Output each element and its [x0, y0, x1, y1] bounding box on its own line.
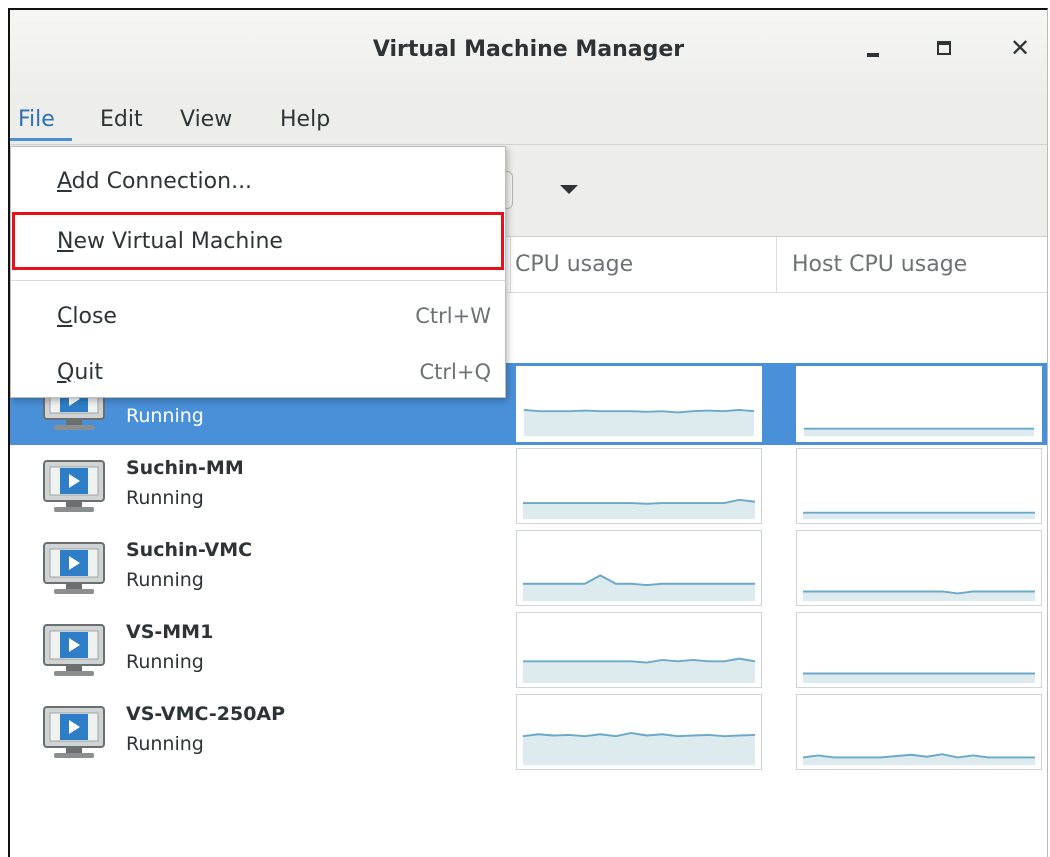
vm-monitor-icon	[42, 623, 106, 679]
guest-cpu-graph	[516, 366, 762, 442]
host-cpu-graph	[796, 448, 1042, 524]
minimize-button[interactable]	[853, 28, 893, 68]
close-icon: ✕	[1009, 34, 1031, 62]
menu-help[interactable]: Help	[280, 107, 330, 132]
vm-monitor-icon	[42, 705, 106, 761]
menu-separator	[11, 280, 505, 281]
minimize-icon	[867, 53, 879, 57]
column-header-cpu-usage[interactable]: CPU usage	[515, 252, 633, 277]
vm-monitor-icon	[42, 459, 106, 515]
menu-item-close[interactable]: Close Ctrl+W	[11, 292, 505, 342]
menu-item-accelerator: Ctrl+Q	[419, 360, 492, 384]
close-button[interactable]: ✕	[1000, 28, 1040, 68]
vm-name: Suchin-VMC	[126, 539, 253, 561]
vm-status: Running	[126, 733, 204, 755]
menu-file[interactable]: File	[18, 107, 55, 132]
menu-item-add-connection[interactable]: Add Connection...	[11, 157, 505, 207]
vm-row[interactable]: VS-VMC-250AP Running	[10, 691, 1047, 773]
host-cpu-graph	[796, 694, 1042, 770]
menu-item-label: Add Connection...	[57, 169, 253, 194]
menu-edit[interactable]: Edit	[100, 107, 143, 132]
vm-name: Suchin-MM	[126, 457, 244, 479]
menu-bar: File Edit View Help	[10, 95, 1047, 145]
menu-item-new-virtual-machine[interactable]: New Virtual Machine	[11, 217, 505, 267]
menu-item-label: New Virtual Machine	[57, 229, 283, 254]
guest-cpu-graph	[516, 530, 762, 606]
toolbar-dropdown-arrow-icon[interactable]	[560, 185, 578, 194]
vm-status: Running	[126, 405, 204, 427]
vm-name: VS-MM1	[126, 621, 214, 643]
column-separator[interactable]	[776, 237, 777, 293]
column-separator[interactable]	[510, 237, 511, 293]
file-menu-dropdown: Add Connection... New Virtual Machine Cl…	[10, 146, 506, 398]
vm-status: Running	[126, 651, 204, 673]
menu-item-label: Close	[57, 304, 117, 329]
app-window: Virtual Machine Manager ✕ File Edit View…	[8, 8, 1048, 857]
vm-row[interactable]: Suchin-VMC Running	[10, 527, 1047, 609]
title-bar[interactable]: Virtual Machine Manager ✕	[10, 10, 1047, 95]
maximize-button[interactable]	[924, 28, 964, 68]
vm-row[interactable]: VS-MM1 Running	[10, 609, 1047, 691]
vm-status: Running	[126, 569, 204, 591]
maximize-icon	[937, 41, 951, 55]
menu-file-active-indicator	[10, 138, 72, 141]
vm-row[interactable]: Suchin-MM Running	[10, 445, 1047, 527]
vm-status: Running	[126, 487, 204, 509]
vm-monitor-icon	[42, 541, 106, 597]
guest-cpu-graph	[516, 612, 762, 688]
menu-item-accelerator: Ctrl+W	[415, 304, 491, 328]
host-cpu-graph	[796, 612, 1042, 688]
guest-cpu-graph	[516, 694, 762, 770]
menu-item-quit[interactable]: Quit Ctrl+Q	[11, 348, 505, 398]
guest-cpu-graph	[516, 448, 762, 524]
column-header-host-cpu-usage[interactable]: Host CPU usage	[792, 252, 967, 277]
host-cpu-graph	[796, 366, 1042, 442]
vm-name: VS-VMC-250AP	[126, 703, 286, 725]
menu-item-label: Quit	[57, 360, 104, 385]
menu-view[interactable]: View	[180, 107, 232, 132]
host-cpu-graph	[796, 530, 1042, 606]
